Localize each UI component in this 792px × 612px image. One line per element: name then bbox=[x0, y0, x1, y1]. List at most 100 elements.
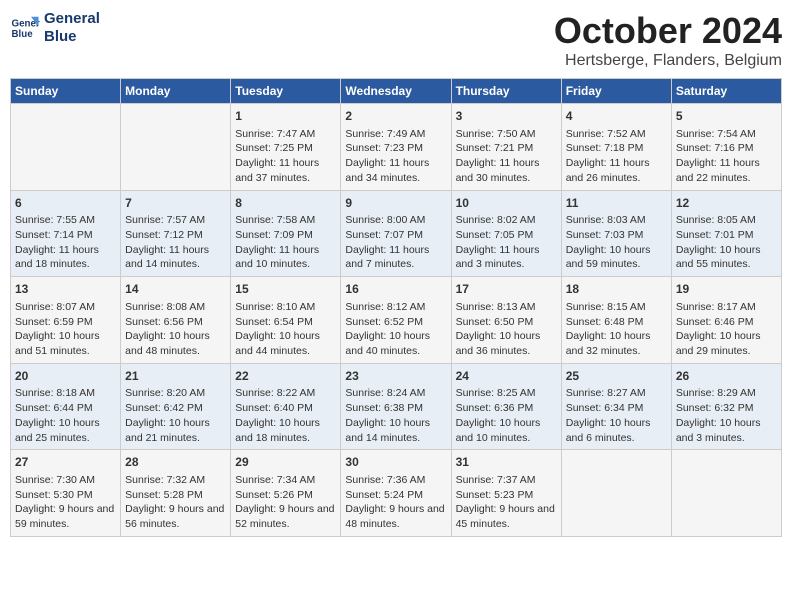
sunrise-text: Sunrise: 7:57 AM bbox=[125, 213, 226, 228]
sunrise-text: Sunrise: 7:30 AM bbox=[15, 473, 116, 488]
daylight-text: Daylight: 10 hours and 3 minutes. bbox=[676, 416, 777, 445]
sunset-text: Sunset: 6:44 PM bbox=[15, 401, 116, 416]
day-number: 9 bbox=[345, 195, 446, 212]
day-number: 15 bbox=[235, 281, 336, 298]
calendar-cell: 19 Sunrise: 8:17 AMSunset: 6:46 PMDayligh… bbox=[671, 277, 781, 364]
sunset-text: Sunset: 7:25 PM bbox=[235, 141, 336, 156]
calendar-cell: 4Sunrise: 7:52 AMSunset: 7:18 PMDaylight… bbox=[561, 104, 671, 191]
calendar-cell bbox=[671, 450, 781, 537]
sunset-text: Sunset: 6:52 PM bbox=[345, 315, 446, 330]
calendar-cell: 1 Sunrise: 7:47 AMSunset: 7:25 PMDaylight… bbox=[231, 104, 341, 191]
calendar-cell bbox=[561, 450, 671, 537]
calendar-cell: 26Sunrise: 8:29 AMSunset: 6:32 PMDayligh… bbox=[671, 363, 781, 450]
calendar-cell: 8Sunrise: 7:58 AMSunset: 7:09 PMDaylight… bbox=[231, 190, 341, 277]
daylight-text: Daylight: 11 hours and 37 minutes. bbox=[235, 156, 336, 185]
day-number: 4 bbox=[566, 108, 667, 125]
calendar-header-monday: Monday bbox=[121, 79, 231, 104]
daylight-text: Daylight: 11 hours and 10 minutes. bbox=[235, 243, 336, 272]
sunset-text: Sunset: 6:42 PM bbox=[125, 401, 226, 416]
sunrise-text: Sunrise: 7:34 AM bbox=[235, 473, 336, 488]
sunrise-text: Sunrise: 8:12 AM bbox=[345, 300, 446, 315]
calendar-header-row: SundayMondayTuesdayWednesdayThursdayFrid… bbox=[11, 79, 782, 104]
sunset-text: Sunset: 6:46 PM bbox=[676, 315, 777, 330]
calendar-cell: 21Sunrise: 8:20 AMSunset: 6:42 PMDayligh… bbox=[121, 363, 231, 450]
day-number: 20 bbox=[15, 368, 116, 385]
sunrise-text: Sunrise: 8:07 AM bbox=[15, 300, 116, 315]
calendar-week-row: 27Sunrise: 7:30 AMSunset: 5:30 PMDayligh… bbox=[11, 450, 782, 537]
calendar-cell: 14Sunrise: 8:08 AMSunset: 6:56 PMDayligh… bbox=[121, 277, 231, 364]
location-title: Hertsberge, Flanders, Belgium bbox=[554, 52, 782, 70]
sunset-text: Sunset: 7:07 PM bbox=[345, 228, 446, 243]
daylight-text: Daylight: 9 hours and 52 minutes. bbox=[235, 502, 336, 531]
daylight-text: Daylight: 11 hours and 18 minutes. bbox=[15, 243, 116, 272]
calendar-cell: 16Sunrise: 8:12 AMSunset: 6:52 PMDayligh… bbox=[341, 277, 451, 364]
day-number: 8 bbox=[235, 195, 336, 212]
sunset-text: Sunset: 6:48 PM bbox=[566, 315, 667, 330]
sunrise-text: Sunrise: 8:17 AM bbox=[676, 300, 777, 315]
calendar-header-wednesday: Wednesday bbox=[341, 79, 451, 104]
sunrise-text: Sunrise: 8:15 AM bbox=[566, 300, 667, 315]
daylight-text: Daylight: 10 hours and 29 minutes. bbox=[676, 329, 777, 358]
day-number: 3 bbox=[456, 108, 557, 125]
sunrise-text: Sunrise: 7:36 AM bbox=[345, 473, 446, 488]
calendar-week-row: 13Sunrise: 8:07 AMSunset: 6:59 PMDayligh… bbox=[11, 277, 782, 364]
calendar-week-row: 20Sunrise: 8:18 AMSunset: 6:44 PM Dayligh… bbox=[11, 363, 782, 450]
sunset-text: Sunset: 5:23 PM bbox=[456, 488, 557, 503]
sunrise-text: Sunrise: 8:18 AM bbox=[15, 386, 116, 401]
calendar-cell: 22Sunrise: 8:22 AMSunset: 6:40 PMDayligh… bbox=[231, 363, 341, 450]
calendar-cell: 3Sunrise: 7:50 AMSunset: 7:21 PMDaylight… bbox=[451, 104, 561, 191]
sunset-text: Sunset: 6:34 PM bbox=[566, 401, 667, 416]
daylight-text: Daylight: 9 hours and 56 minutes. bbox=[125, 502, 226, 531]
calendar-cell: 17Sunrise: 8:13 AMSunset: 6:50 PMDayligh… bbox=[451, 277, 561, 364]
daylight-text: Daylight: 10 hours and 21 minutes. bbox=[125, 416, 226, 445]
sunset-text: Sunset: 6:32 PM bbox=[676, 401, 777, 416]
sunset-text: Sunset: 7:14 PM bbox=[15, 228, 116, 243]
daylight-text: Daylight: 11 hours and 26 minutes. bbox=[566, 156, 667, 185]
calendar-cell: 23Sunrise: 8:24 AMSunset: 6:38 PMDayligh… bbox=[341, 363, 451, 450]
sunrise-text: Sunrise: 7:37 AM bbox=[456, 473, 557, 488]
sunset-text: Sunset: 6:56 PM bbox=[125, 315, 226, 330]
calendar-header-saturday: Saturday bbox=[671, 79, 781, 104]
calendar-cell: 31Sunrise: 7:37 AMSunset: 5:23 PMDayligh… bbox=[451, 450, 561, 537]
daylight-text: Daylight: 10 hours and 32 minutes. bbox=[566, 329, 667, 358]
day-number: 7 bbox=[125, 195, 226, 212]
sunset-text: Sunset: 5:26 PM bbox=[235, 488, 336, 503]
calendar-cell: 11Sunrise: 8:03 AMSunset: 7:03 PMDayligh… bbox=[561, 190, 671, 277]
sunrise-text: Sunrise: 8:03 AM bbox=[566, 213, 667, 228]
daylight-text: Daylight: 11 hours and 34 minutes. bbox=[345, 156, 446, 185]
day-number: 13 bbox=[15, 281, 116, 298]
day-number: 16 bbox=[345, 281, 446, 298]
sunrise-text: Sunrise: 7:32 AM bbox=[125, 473, 226, 488]
day-number: 19 bbox=[676, 281, 777, 298]
day-number: 26 bbox=[676, 368, 777, 385]
sunrise-text: Sunrise: 8:05 AM bbox=[676, 213, 777, 228]
logo-icon: General Blue bbox=[10, 13, 40, 43]
daylight-text: Daylight: 9 hours and 48 minutes. bbox=[345, 502, 446, 531]
daylight-text: Daylight: 10 hours and 10 minutes. bbox=[456, 416, 557, 445]
sunset-text: Sunset: 7:03 PM bbox=[566, 228, 667, 243]
calendar-cell: 10Sunrise: 8:02 AMSunset: 7:05 PMDayligh… bbox=[451, 190, 561, 277]
day-number: 2 bbox=[345, 108, 446, 125]
sunrise-text: Sunrise: 7:47 AM bbox=[235, 127, 336, 142]
sunset-text: Sunset: 6:54 PM bbox=[235, 315, 336, 330]
sunset-text: Sunset: 6:38 PM bbox=[345, 401, 446, 416]
sunset-text: Sunset: 5:28 PM bbox=[125, 488, 226, 503]
day-number: 10 bbox=[456, 195, 557, 212]
logo: General Blue General Blue bbox=[10, 10, 100, 46]
sunset-text: Sunset: 7:23 PM bbox=[345, 141, 446, 156]
calendar-cell: 28Sunrise: 7:32 AMSunset: 5:28 PMDayligh… bbox=[121, 450, 231, 537]
sunset-text: Sunset: 6:40 PM bbox=[235, 401, 336, 416]
sunrise-text: Sunrise: 7:55 AM bbox=[15, 213, 116, 228]
sunrise-text: Sunrise: 7:54 AM bbox=[676, 127, 777, 142]
calendar-cell bbox=[121, 104, 231, 191]
day-number: 1 bbox=[235, 108, 336, 125]
calendar-week-row: 1Sunrise: 7:47 AMSunset: 7:25 PMDaylight… bbox=[11, 104, 782, 191]
calendar-cell: 24Sunrise: 8:25 AMSunset: 6:36 PMDayligh… bbox=[451, 363, 561, 450]
day-number: 24 bbox=[456, 368, 557, 385]
sunset-text: Sunset: 6:50 PM bbox=[456, 315, 557, 330]
calendar-cell: 9Sunrise: 8:00 AMSunset: 7:07 PMDaylight… bbox=[341, 190, 451, 277]
day-number: 6 bbox=[15, 195, 116, 212]
day-number: 22 bbox=[235, 368, 336, 385]
calendar-cell: 6Sunrise: 7:55 AMSunset: 7:14 PMDaylight… bbox=[11, 190, 121, 277]
calendar-cell: 18Sunrise: 8:15 AMSunset: 6:48 PMDayligh… bbox=[561, 277, 671, 364]
